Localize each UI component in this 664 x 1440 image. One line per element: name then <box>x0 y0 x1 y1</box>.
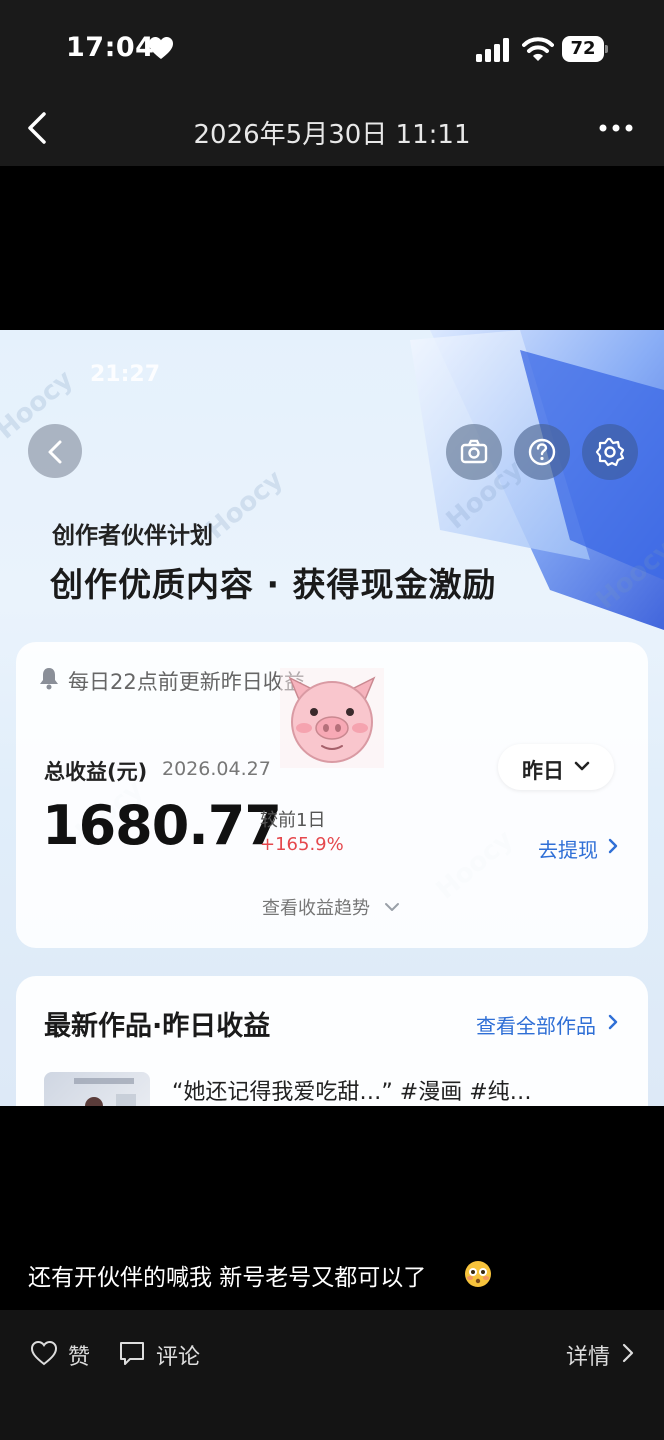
chevron-right-icon <box>608 1014 618 1030</box>
screenshot-time: 21:27 <box>90 362 161 387</box>
heart-icon <box>149 37 173 59</box>
help-icon <box>528 438 556 466</box>
earnings-amount: 1680.77 <box>42 794 282 857</box>
plan-slogan: 创作优质内容 · 获得现金激励 <box>50 565 497 604</box>
gear-icon <box>595 437 625 467</box>
battery-icon: 72 <box>562 36 608 62</box>
flushed-face-emoji <box>465 1261 491 1287</box>
battery-level: 72 <box>562 36 604 62</box>
chevron-down-icon <box>574 761 590 771</box>
withdraw-link: 去提现 <box>538 838 598 862</box>
heart-outline-icon[interactable] <box>30 1340 58 1366</box>
period-label: 昨日 <box>522 759 564 783</box>
total-earnings-label: 总收益(元) <box>44 760 148 784</box>
status-bar: 17:04 72 <box>0 0 664 96</box>
comment-icon[interactable] <box>118 1340 146 1366</box>
battery-tip <box>605 45 608 53</box>
pig-sticker <box>280 668 384 768</box>
post-timestamp: 2026年5月30日 11:11 <box>193 120 471 150</box>
back-chevron-icon <box>48 440 62 464</box>
chevron-right-icon[interactable] <box>622 1343 634 1363</box>
screenshot-settings-button <box>582 424 638 480</box>
work-thumbnail-art <box>74 1078 136 1106</box>
compare-percent: +165.9% <box>260 834 344 855</box>
bottom-action-bar: 赞 评论 详情 <box>0 1310 664 1440</box>
post-image[interactable]: Hoocy Hoocy Hoocy Hoocy Hoocy Hoocy 21:2… <box>0 330 664 1106</box>
status-time: 17:04 <box>66 32 155 63</box>
top-nav: 2026年5月30日 11:11 <box>0 96 664 166</box>
watermark: Hoocy <box>200 464 289 546</box>
like-button[interactable]: 赞 <box>68 1339 90 1371</box>
update-notice: 每日22点前更新昨日收益 <box>68 670 305 694</box>
period-dropdown: 昨日 <box>498 744 614 790</box>
plan-title: 创作者伙伴计划 <box>52 523 213 549</box>
chevron-down-icon <box>385 903 399 911</box>
view-all-works-link: 查看全部作品 <box>476 1014 596 1038</box>
camera-icon <box>460 439 488 464</box>
signal-icon <box>476 38 509 62</box>
screenshot-help-button <box>514 424 570 480</box>
chevron-right-icon <box>608 838 618 854</box>
earnings-trend-link: 查看收益趋势 <box>262 898 370 919</box>
latest-works-card: 最新作品·昨日收益 查看全部作品 “她还记得我爱吃甜…” #漫画 #纯… <box>16 976 648 1106</box>
post-caption: 还有开伙伴的喊我 新号老号又都可以了 <box>28 1265 427 1291</box>
detail-button[interactable]: 详情 <box>566 1339 610 1371</box>
work-item-title: “她还记得我爱吃甜…” #漫画 #纯… <box>172 1080 532 1105</box>
compare-label: 较前1日 <box>260 810 326 831</box>
comment-button[interactable]: 评论 <box>156 1339 200 1371</box>
wifi-icon <box>522 37 554 61</box>
more-dots-icon[interactable] <box>598 118 634 138</box>
earnings-date: 2026.04.27 <box>162 758 271 780</box>
screenshot-back-button <box>28 424 82 478</box>
latest-works-title: 最新作品·昨日收益 <box>44 1011 271 1042</box>
screenshot-camera-button <box>446 424 502 480</box>
work-thumbnail <box>44 1072 150 1106</box>
bell-icon <box>40 668 58 690</box>
